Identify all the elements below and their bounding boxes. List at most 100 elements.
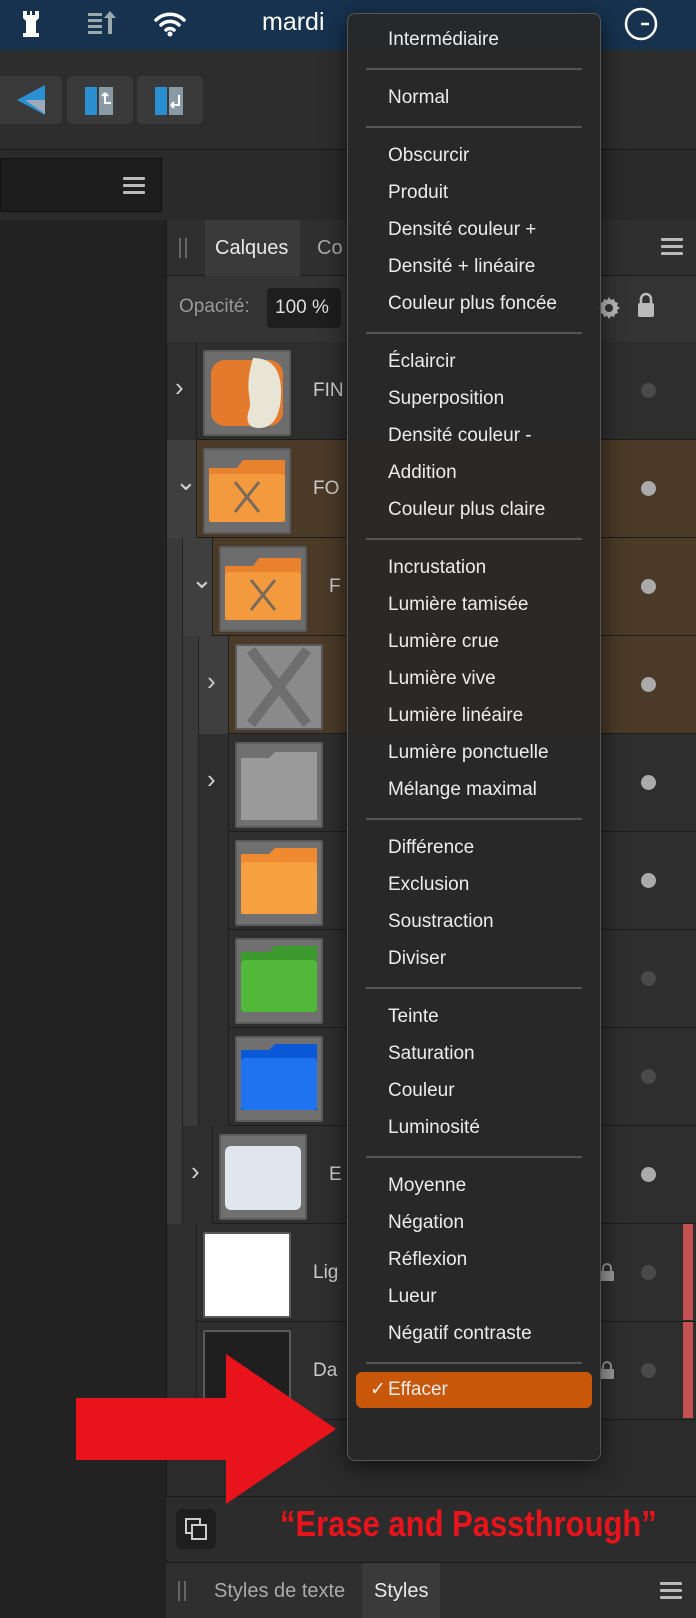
blend-mode-item[interactable]: Couleur plus claire	[348, 492, 600, 528]
opacity-input[interactable]: 100 %	[267, 288, 341, 328]
blend-mode-item[interactable]: Négatif contraste	[348, 1316, 600, 1352]
blend-mode-item[interactable]: Obscurcir	[348, 138, 600, 174]
blend-mode-item[interactable]: Diviser	[348, 941, 600, 977]
blend-mode-item[interactable]: Lumière tamisée	[348, 587, 600, 623]
indent-guide	[167, 930, 183, 1028]
visibility-dot-icon[interactable]	[641, 383, 656, 398]
tab-channels[interactable]: Co	[309, 220, 343, 276]
visibility-dot-icon[interactable]	[641, 971, 656, 986]
expand-column	[199, 832, 229, 930]
blend-mode-item[interactable]: Réflexion	[348, 1242, 600, 1278]
layer-name[interactable]: FIN	[313, 380, 344, 402]
blend-mode-item[interactable]: Luminosité	[348, 1110, 600, 1146]
blend-mode-item[interactable]: Produit	[348, 175, 600, 211]
visibility-dot-icon[interactable]	[641, 775, 656, 790]
menu-separator	[366, 818, 582, 820]
visibility-dot-icon[interactable]	[641, 1363, 656, 1378]
indent-guide	[167, 832, 183, 930]
chevron-right-icon[interactable]: ›	[207, 666, 216, 697]
blend-mode-item[interactable]: Couleur plus foncée	[348, 286, 600, 322]
expand-column	[167, 1224, 197, 1322]
blend-mode-item[interactable]: Normal	[348, 80, 600, 116]
blend-mode-item[interactable]: Lumière vive	[348, 661, 600, 697]
blend-mode-item[interactable]: Superposition	[348, 381, 600, 417]
toolbar-button-move-down[interactable]	[137, 76, 203, 124]
blend-mode-item[interactable]: Addition	[348, 455, 600, 491]
tab-text-styles[interactable]: Styles de texte	[206, 1563, 345, 1618]
visibility-dot-icon[interactable]	[641, 1167, 656, 1182]
layer-thumbnail[interactable]	[219, 546, 307, 632]
chevron-down-icon[interactable]: ⌄	[175, 466, 197, 497]
layer-thumbnail[interactable]	[235, 644, 323, 730]
blend-mode-item[interactable]: Densité + linéaire	[348, 249, 600, 285]
layer-thumbnail[interactable]	[235, 840, 323, 926]
checkmark-icon: ✓	[370, 1379, 386, 1400]
tab-styles[interactable]: Styles	[362, 1563, 441, 1618]
blend-mode-item[interactable]: Densité couleur +	[348, 212, 600, 248]
layer-name[interactable]: F	[329, 576, 341, 598]
blend-mode-item[interactable]: Soustraction	[348, 904, 600, 940]
blend-mode-item[interactable]: Incrustation	[348, 550, 600, 586]
drag-handle-icon[interactable]	[178, 1581, 186, 1601]
clock-icon[interactable]	[622, 6, 660, 42]
stack-arrows-icon[interactable]	[86, 6, 120, 42]
visibility-dot-icon[interactable]	[641, 1069, 656, 1084]
visibility-dot-icon[interactable]	[641, 873, 656, 888]
blend-mode-item[interactable]: Négation	[348, 1205, 600, 1241]
panel-menu-icon[interactable]	[661, 238, 683, 256]
blend-mode-item[interactable]: Lumière linéaire	[348, 698, 600, 734]
layer-thumbnail[interactable]	[235, 742, 323, 828]
search-field[interactable]	[0, 158, 162, 212]
blend-mode-item[interactable]: Teinte	[348, 999, 600, 1035]
blend-mode-item[interactable]: Exclusion	[348, 867, 600, 903]
blend-mode-item-selected[interactable]: ✓ Effacer	[356, 1372, 592, 1408]
blend-mode-item[interactable]: Éclaircir	[348, 344, 600, 380]
layer-thumbnail[interactable]	[203, 1232, 291, 1318]
visibility-dot-icon[interactable]	[641, 579, 656, 594]
blend-mode-item[interactable]: Lueur	[348, 1279, 600, 1315]
blend-mode-item[interactable]: Mélange maximal	[348, 772, 600, 808]
layer-thumbnail[interactable]	[203, 350, 291, 436]
chevron-right-icon[interactable]: ›	[191, 1156, 200, 1187]
visibility-dot-icon[interactable]	[641, 1265, 656, 1280]
layer-thumbnail[interactable]	[219, 1134, 307, 1220]
indent-guide	[167, 734, 183, 832]
layer-name[interactable]: FO	[313, 478, 339, 500]
tab-layers[interactable]: Calques	[205, 220, 301, 276]
color-tag	[683, 1322, 693, 1418]
menu-separator	[366, 538, 582, 540]
blend-mode-item[interactable]: Saturation	[348, 1036, 600, 1072]
layer-thumbnail[interactable]	[235, 938, 323, 1024]
menubar-date[interactable]: mardi	[262, 8, 325, 37]
blend-mode-item[interactable]: Lumière crue	[348, 624, 600, 660]
toolbar-button-move-up[interactable]	[67, 76, 133, 124]
castle-icon[interactable]	[18, 6, 44, 42]
duplicate-layer-icon[interactable]	[176, 1509, 216, 1549]
chevron-down-icon[interactable]: ⌄	[191, 564, 213, 595]
wifi-icon[interactable]	[152, 6, 188, 42]
lock-icon[interactable]	[637, 292, 655, 323]
chevron-right-icon[interactable]: ›	[207, 764, 216, 795]
layer-name[interactable]: Lig	[313, 1262, 338, 1284]
lock-icon[interactable]	[599, 1360, 615, 1380]
lock-icon[interactable]	[599, 1262, 615, 1282]
layer-name[interactable]: E	[329, 1164, 342, 1186]
visibility-dot-icon[interactable]	[641, 677, 656, 692]
blend-mode-item[interactable]: Intermédiaire	[348, 22, 600, 58]
blend-mode-item[interactable]: Différence	[348, 830, 600, 866]
menu-icon[interactable]	[123, 177, 145, 195]
layer-thumbnail[interactable]	[235, 1036, 323, 1122]
drag-handle-icon[interactable]	[179, 238, 187, 258]
expand-column	[199, 1028, 229, 1126]
toolbar-button-flip[interactable]	[0, 76, 62, 124]
panel-menu-icon[interactable]	[660, 1582, 682, 1600]
indent-guide	[183, 930, 199, 1028]
chevron-right-icon[interactable]: ›	[175, 372, 184, 403]
layer-thumbnail[interactable]	[203, 448, 291, 534]
visibility-dot-icon[interactable]	[641, 481, 656, 496]
blend-mode-item[interactable]: Couleur	[348, 1073, 600, 1109]
blend-mode-item[interactable]: Moyenne	[348, 1168, 600, 1204]
annotation-caption: “Erase and Passthrough”	[280, 1503, 657, 1544]
blend-mode-item[interactable]: Lumière ponctuelle	[348, 735, 600, 771]
blend-mode-item[interactable]: Densité couleur -	[348, 418, 600, 454]
